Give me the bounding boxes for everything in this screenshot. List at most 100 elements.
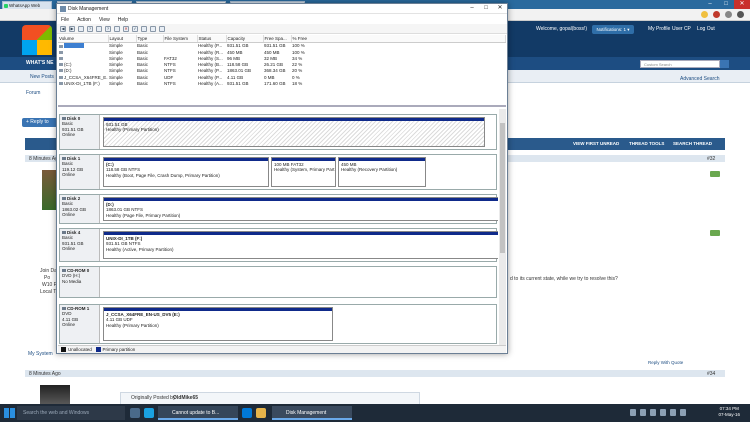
volume-cell: 171.60 GB <box>264 80 286 86</box>
reply-with-quote-button[interactable]: Reply With Quote <box>648 360 698 367</box>
column-header[interactable]: Type <box>136 35 164 43</box>
delete-icon[interactable]: ✕ <box>123 25 129 32</box>
disk-row[interactable]: Disk 2 Basic 1863.02 GB Online (D:) 1863.01 G… <box>59 194 498 224</box>
quote-button[interactable] <box>710 230 720 236</box>
close-button[interactable]: ✕ <box>493 4 507 13</box>
start-button[interactable] <box>4 408 15 418</box>
disk-row[interactable]: CD-ROM 0 DVD (H:) No Media <box>59 266 497 298</box>
quote-button[interactable] <box>710 171 720 177</box>
tray-icon[interactable] <box>640 409 646 416</box>
partition[interactable]: (D:) 1863.01 GB NTFS Healthy (Page File, P… <box>103 197 498 221</box>
search-icon[interactable] <box>150 25 156 32</box>
drive-icon <box>59 44 63 48</box>
disk-info[interactable]: Disk 1 Basic 119.12 GB Online <box>60 155 100 189</box>
disk-name: CD-ROM 1 <box>67 306 90 311</box>
column-header[interactable]: Free Spa... <box>263 35 292 43</box>
search-icon[interactable] <box>720 60 729 68</box>
close-button[interactable]: ✕ <box>734 0 750 9</box>
partition-status: Healthy (Primary Partition) <box>106 322 159 328</box>
window-title: Disk Management <box>68 6 109 12</box>
volume-icon[interactable] <box>670 409 676 416</box>
extension-icon[interactable] <box>713 11 720 18</box>
back-icon[interactable]: ◀ <box>60 25 66 32</box>
disk-info[interactable]: Disk 2 Basic 1863.02 GB Online <box>60 195 100 223</box>
partition[interactable]: UNIX-DI_1TB (F:) 931.51 GB NTFS Healthy (A… <box>103 231 498 259</box>
network-icon[interactable] <box>660 409 666 416</box>
properties-icon[interactable] <box>78 25 84 32</box>
tab-whatsapp[interactable]: WhatsApp Web <box>2 1 52 9</box>
view-first-unread-link[interactable]: VIEW FIRST UNREAD <box>573 141 619 146</box>
maximize-button[interactable]: □ <box>479 4 493 13</box>
column-header[interactable]: File System <box>163 35 198 43</box>
disk-row[interactable]: Disk 4 Basic 931.51 GB Online UNIX-DI_1TB (F… <box>59 228 498 262</box>
console-icon[interactable] <box>96 25 102 32</box>
minimize-button[interactable]: – <box>702 0 718 9</box>
view-icon[interactable] <box>159 25 165 32</box>
advanced-search-link[interactable]: Advanced Search <box>680 76 719 82</box>
help-icon[interactable]: ? <box>87 25 93 32</box>
help-topics-icon[interactable]: ? <box>105 25 111 32</box>
partition[interactable]: (C:) 118.58 GB NTFS Healthy (Boot, Page Fi… <box>103 157 269 187</box>
browser-icon[interactable] <box>144 408 154 418</box>
partition[interactable]: 450 MB Healthy (Recovery Partition) <box>338 157 426 187</box>
connect-icon[interactable] <box>114 25 120 32</box>
column-header[interactable]: % Free <box>291 35 506 43</box>
notifications-icon[interactable] <box>680 409 686 416</box>
window-titlebar[interactable]: Disk Management – □ ✕ <box>57 4 507 14</box>
extension-icon[interactable] <box>725 11 732 18</box>
tray-icon[interactable] <box>650 409 656 416</box>
taskbar-app-chrome[interactable]: Cannot update to B... <box>158 406 238 420</box>
check-icon[interactable]: ✓ <box>132 25 138 32</box>
thread-tools-link[interactable]: THREAD TOOLS <box>629 141 664 146</box>
task-view-icon[interactable] <box>130 408 140 418</box>
my-profile-link[interactable]: My Profile <box>648 26 670 32</box>
nav-whats-new[interactable]: WHAT'S NE <box>26 60 53 66</box>
menu-view[interactable]: View <box>99 17 110 23</box>
column-header[interactable]: Volume <box>58 35 109 43</box>
partition[interactable]: J_CCSA_X64FRE_EN-US_DV5 (E:) 4.11 GB UDF H… <box>103 307 333 341</box>
taskbar-search[interactable]: Search the web and Windows <box>17 406 125 420</box>
disk-row[interactable]: Disk 1 Basic 119.12 GB Online (C:) 118.58 GB … <box>59 154 497 190</box>
volume-cell: Healthy (P... <box>198 68 223 74</box>
my-system-link[interactable]: My System <box>28 351 53 357</box>
clock[interactable]: 07:34 PM 07-May-16 <box>718 406 740 418</box>
vertical-scrollbar[interactable] <box>499 109 506 345</box>
search-thread-link[interactable]: SEARCH THREAD <box>673 141 712 146</box>
menu-help[interactable]: Help <box>118 17 128 23</box>
search-input[interactable]: Custom Search <box>640 60 720 68</box>
file-explorer-icon[interactable] <box>256 408 266 418</box>
partition[interactable]: 931.51 GB Healthy (Primary Partition) <box>103 117 485 147</box>
partition[interactable]: 100 MB FAT32 Healthy (System, Primary Par… <box>271 157 336 187</box>
menu-icon[interactable] <box>737 11 744 18</box>
disk-info[interactable]: CD-ROM 0 DVD (H:) No Media <box>60 267 100 297</box>
forward-icon[interactable]: ▶ <box>69 25 75 32</box>
tray-icon[interactable] <box>630 409 636 416</box>
new-posts-link[interactable]: New Posts <box>30 74 54 80</box>
disk-info[interactable]: Disk 4 Basic 931.51 GB Online <box>60 229 100 261</box>
disk-row[interactable]: Disk 0 Basic 931.51 GB Online 931.51 GB Healt… <box>59 114 497 150</box>
volume-row[interactable]: UNIX-DI_1TB (F:) Simple Basic NTFS Healthy (… <box>58 81 506 87</box>
disk-row[interactable]: CD-ROM 1 DVD 4.11 GB Online J_CCSA_X64FRE_EN… <box>59 304 497 344</box>
menu-file[interactable]: File <box>61 17 69 23</box>
scrollbar-thumb[interactable] <box>500 123 505 253</box>
column-header[interactable]: Capacity <box>226 35 264 43</box>
maximize-button[interactable]: □ <box>718 0 734 9</box>
open-icon[interactable] <box>141 25 147 32</box>
drive-icon <box>59 81 63 85</box>
disk-status: Online <box>62 246 76 252</box>
volume-cell: 931.51 GB <box>264 43 286 48</box>
toolbar: ◀ ▶ ? ? ✕ ✓ <box>57 24 507 34</box>
menu-action[interactable]: Action <box>77 17 91 23</box>
log-out-link[interactable]: Log Out <box>697 26 715 32</box>
column-header[interactable]: Status <box>197 35 227 43</box>
volume-row[interactable]: Simple Basic Healthy (P... 931.51 GB 931.51 … <box>58 42 506 50</box>
disk-info[interactable]: CD-ROM 1 DVD 4.11 GB Online <box>60 305 100 343</box>
disk-info[interactable]: Disk 0 Basic 931.51 GB Online <box>60 115 100 149</box>
minimize-button[interactable]: – <box>465 4 479 13</box>
taskbar-app-disk-management[interactable]: Disk Management <box>272 406 352 420</box>
notifications-button[interactable]: Notifications: 1 ▾ <box>592 25 634 34</box>
edge-icon[interactable] <box>242 408 252 418</box>
star-icon[interactable] <box>701 11 708 18</box>
user-cp-link[interactable]: User CP <box>672 26 691 32</box>
column-header[interactable]: Layout <box>108 35 137 43</box>
